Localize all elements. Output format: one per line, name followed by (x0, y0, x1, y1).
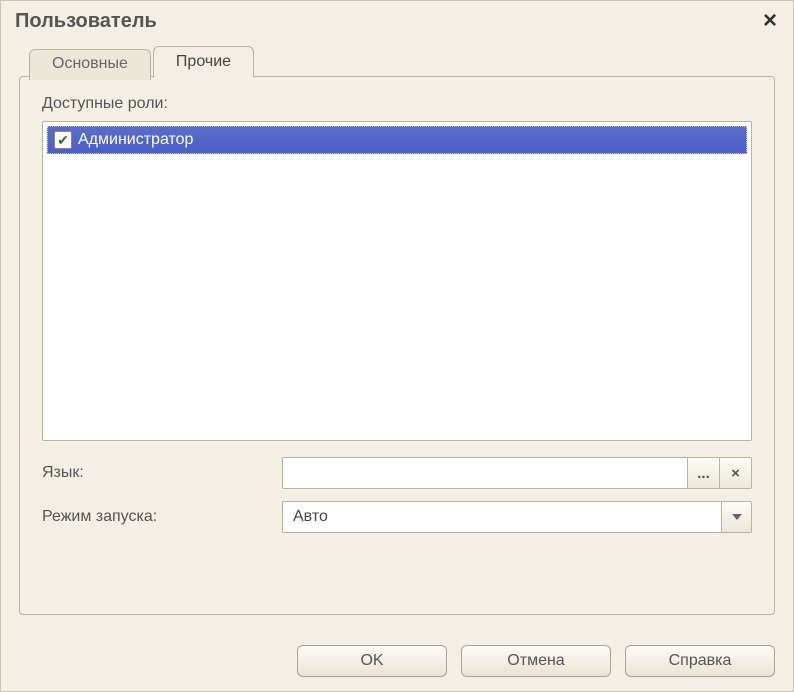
button-bar: OK Отмена Справка (1, 631, 793, 691)
content-area: Основные Прочие Доступные роли: ✔ Админи… (1, 45, 793, 631)
roles-list[interactable]: ✔ Администратор (42, 121, 752, 441)
launch-mode-dropdown[interactable]: Авто (282, 501, 752, 533)
ok-button[interactable]: OK (297, 645, 447, 677)
language-browse-button[interactable]: ... (688, 457, 720, 489)
launch-mode-label: Режим запуска: (42, 508, 282, 526)
language-input-group: ... × (282, 457, 752, 489)
user-dialog-window: Пользователь × Основные Прочие Доступные… (0, 0, 794, 692)
language-row: Язык: ... × (42, 457, 752, 489)
role-item-label: Администратор (78, 131, 193, 149)
launch-mode-row: Режим запуска: Авто (42, 501, 752, 533)
help-button[interactable]: Справка (625, 645, 775, 677)
tab-panel-other: Доступные роли: ✔ Администратор Язык: ..… (19, 76, 775, 615)
language-label: Язык: (42, 464, 282, 482)
language-clear-button[interactable]: × (720, 457, 752, 489)
roles-label: Доступные роли: (42, 95, 752, 113)
close-icon[interactable]: × (759, 7, 781, 35)
launch-mode-value: Авто (283, 502, 721, 532)
checkbox-icon[interactable]: ✔ (54, 131, 72, 149)
window-title: Пользователь (15, 10, 157, 33)
titlebar: Пользователь × (1, 1, 793, 45)
chevron-down-icon[interactable] (721, 502, 751, 532)
cancel-button[interactable]: Отмена (461, 645, 611, 677)
language-input[interactable] (282, 457, 688, 489)
tab-other[interactable]: Прочие (153, 46, 254, 78)
tab-strip: Основные Прочие (29, 46, 775, 77)
role-item-administrator[interactable]: ✔ Администратор (47, 126, 747, 154)
tab-main[interactable]: Основные (29, 49, 151, 80)
